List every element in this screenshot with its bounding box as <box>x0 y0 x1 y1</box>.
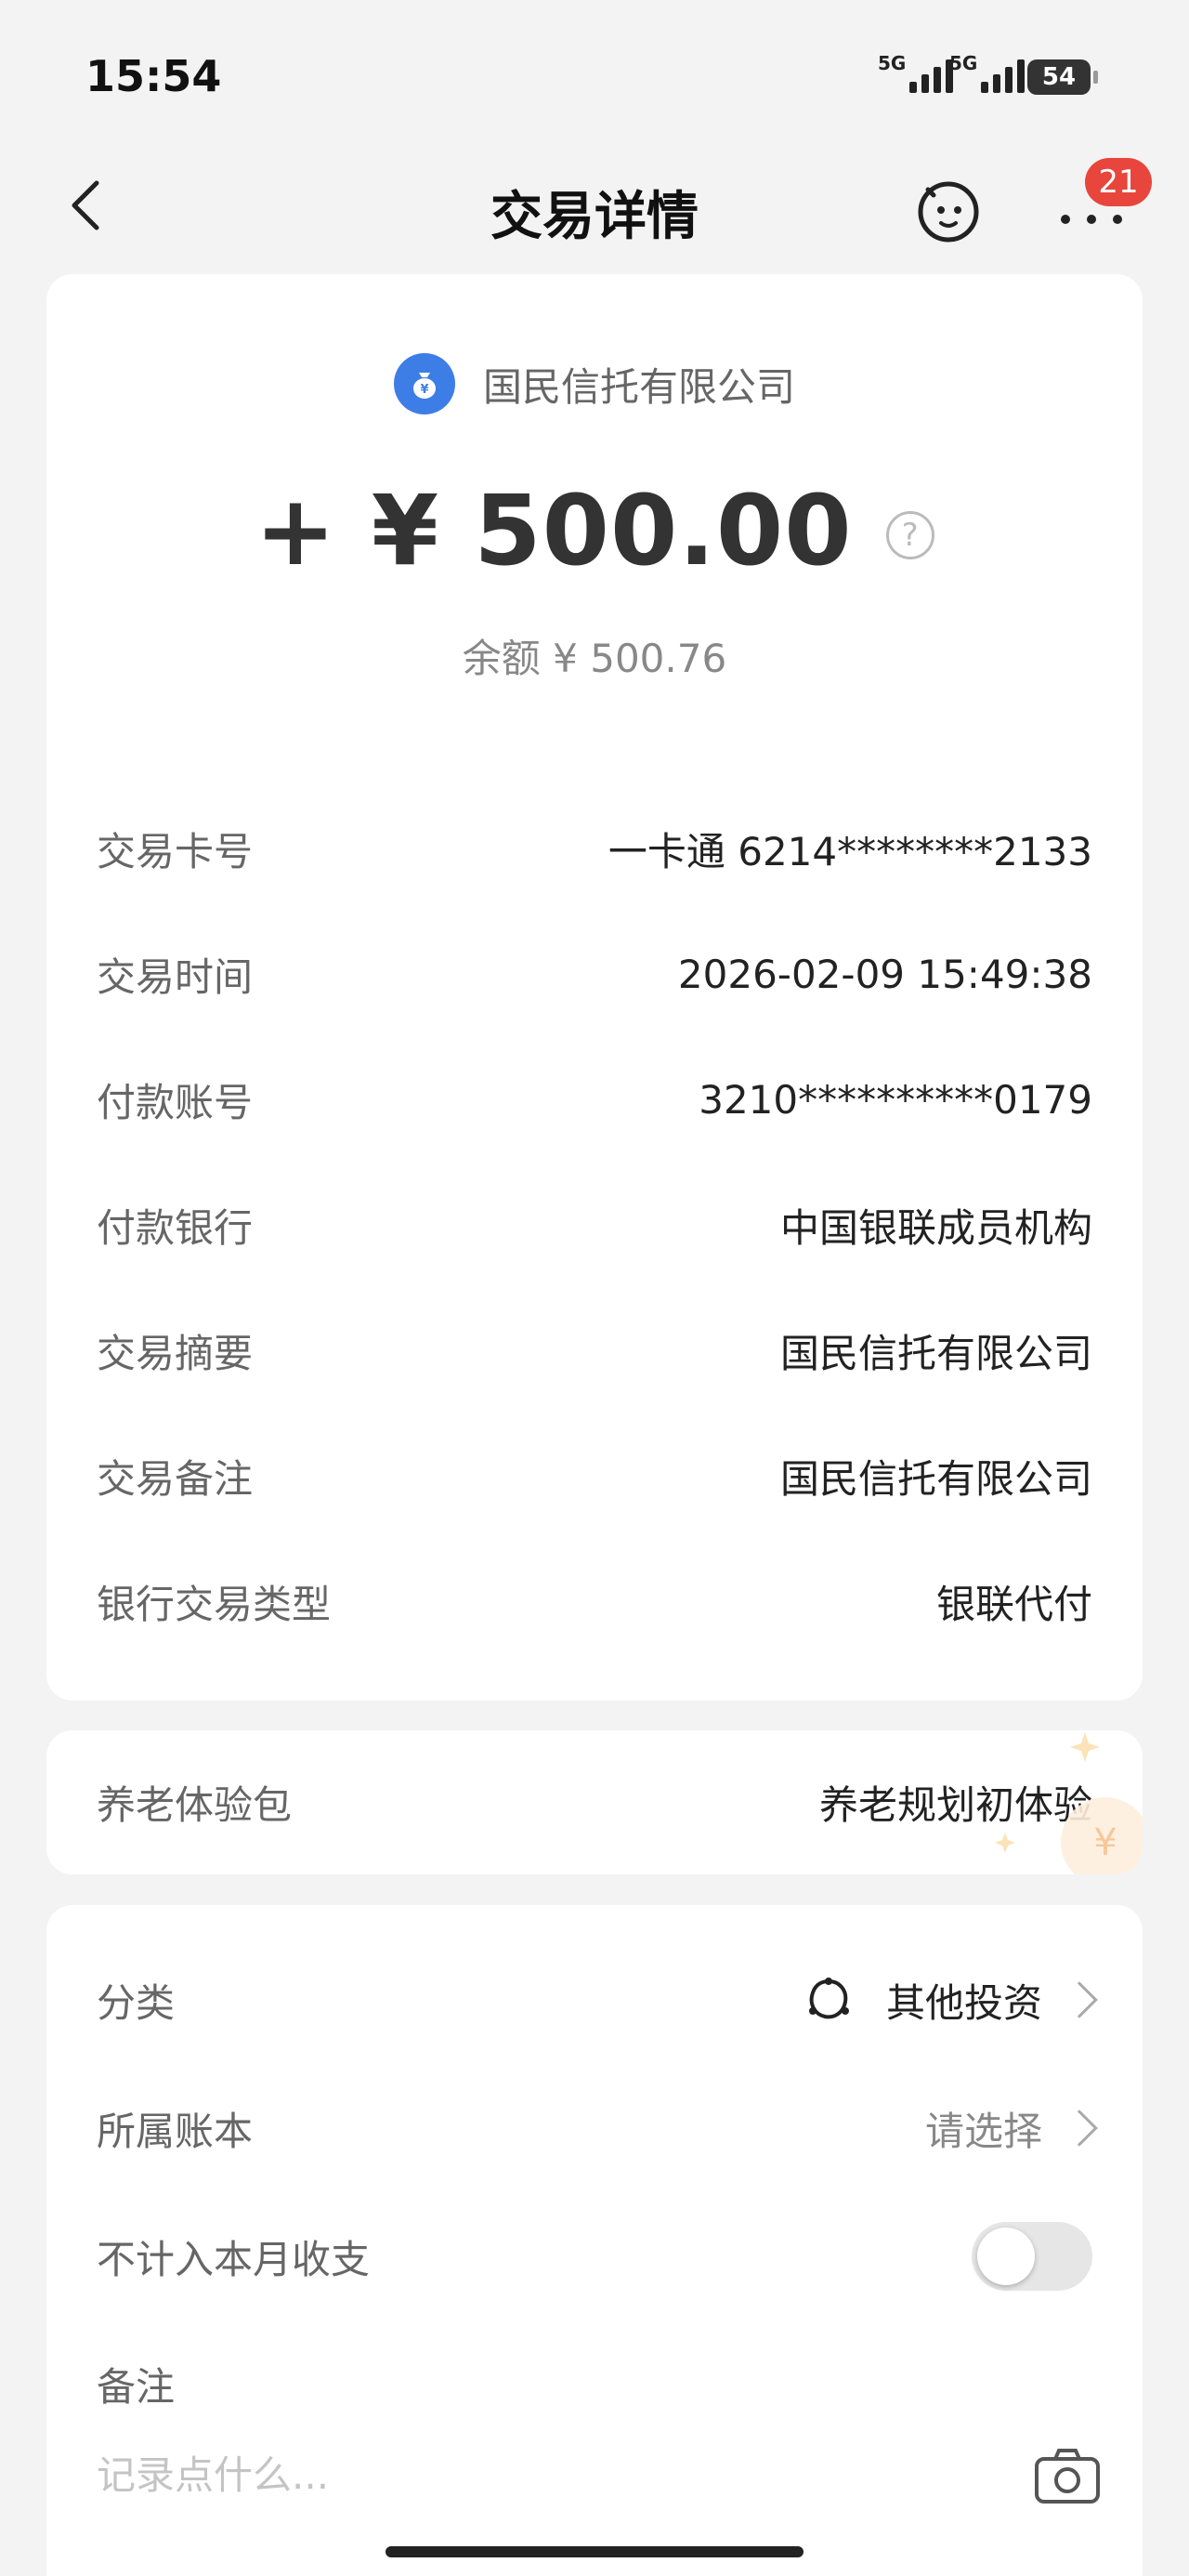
settings-card: 分类 其他投资 所属账本 请选择 不计入本月收支 备注 记录点什么... <box>46 1905 1143 2576</box>
notification-badge: 21 <box>1085 158 1152 206</box>
merchant-row: ¥ 国民信托有限公司 <box>46 353 1143 414</box>
exclude-toggle[interactable] <box>972 2222 1092 2291</box>
detail-row-summary: 交易摘要 国民信托有限公司 <box>97 1330 1092 1376</box>
status-bar: 15:54 5G 5G 54 <box>0 0 1189 139</box>
detail-row-bank-type: 银行交易类型 银联代付 <box>97 1581 1092 1627</box>
home-indicator <box>385 2546 804 2557</box>
category-row[interactable]: 分类 其他投资 <box>97 1967 1098 2032</box>
status-time: 15:54 <box>85 51 222 101</box>
detail-row-payer-account: 付款账号 3210**********0179 <box>97 1076 1092 1125</box>
transaction-amount: + ¥ 500.00 <box>255 474 853 587</box>
category-icon <box>808 1978 849 2019</box>
pension-row[interactable]: 养老体验包 养老规划初体验 <box>97 1769 1092 1834</box>
battery-icon: 54 <box>1027 59 1098 95</box>
detail-row-remark: 交易备注 国民信托有限公司 <box>97 1455 1092 1502</box>
category-value: 其他投资 <box>885 1979 1042 2026</box>
note-label-row: 备注 <box>97 2363 176 2410</box>
help-icon[interactable]: ? <box>885 511 934 559</box>
merchant-name: 国民信托有限公司 <box>482 363 795 410</box>
nav-bar: 交易详情 <box>0 149 1189 260</box>
detail-row-payer-bank: 付款银行 中国银联成员机构 <box>97 1204 1092 1251</box>
page-title: 交易详情 <box>490 187 699 247</box>
svg-text:¥: ¥ <box>420 383 428 397</box>
assistant-button[interactable] <box>915 177 982 243</box>
amount-row: + ¥ 500.00 ? <box>46 474 1143 587</box>
camera-icon <box>1035 2449 1100 2504</box>
ledger-value: 请选择 <box>924 2108 1042 2154</box>
sparkle-coin-icon: ¥ <box>995 1732 1143 1874</box>
note-input[interactable]: 记录点什么... <box>97 2444 329 2501</box>
toggle-knob <box>977 2228 1035 2285</box>
money-bag-icon: ¥ <box>393 353 455 414</box>
camera-button[interactable] <box>1031 2444 1105 2509</box>
robot-face-icon <box>918 181 979 243</box>
exclude-row: 不计入本月收支 <box>97 2222 1092 2291</box>
chevron-right-icon <box>1061 2109 1098 2147</box>
balance-text: 余额 ¥ 500.76 <box>462 636 727 681</box>
signal-5g-icon-2: 5G <box>949 52 1029 93</box>
signal-5g-icon-1: 5G <box>878 52 958 93</box>
svg-text:¥: ¥ <box>1093 1821 1117 1864</box>
transaction-detail-card: ¥ 国民信托有限公司 + ¥ 500.00 ? 余额 ¥ 500.76 交易卡号… <box>46 274 1143 1701</box>
pension-card[interactable]: 养老体验包 养老规划初体验 ¥ <box>46 1730 1143 1874</box>
chevron-right-icon <box>1061 1981 1098 2018</box>
detail-row-card-number: 交易卡号 一卡通 6214********2133 <box>97 828 1092 874</box>
ledger-row[interactable]: 所属账本 请选择 <box>97 2096 1098 2161</box>
detail-row-time: 交易时间 2026-02-09 15:49:38 <box>97 951 1092 1000</box>
